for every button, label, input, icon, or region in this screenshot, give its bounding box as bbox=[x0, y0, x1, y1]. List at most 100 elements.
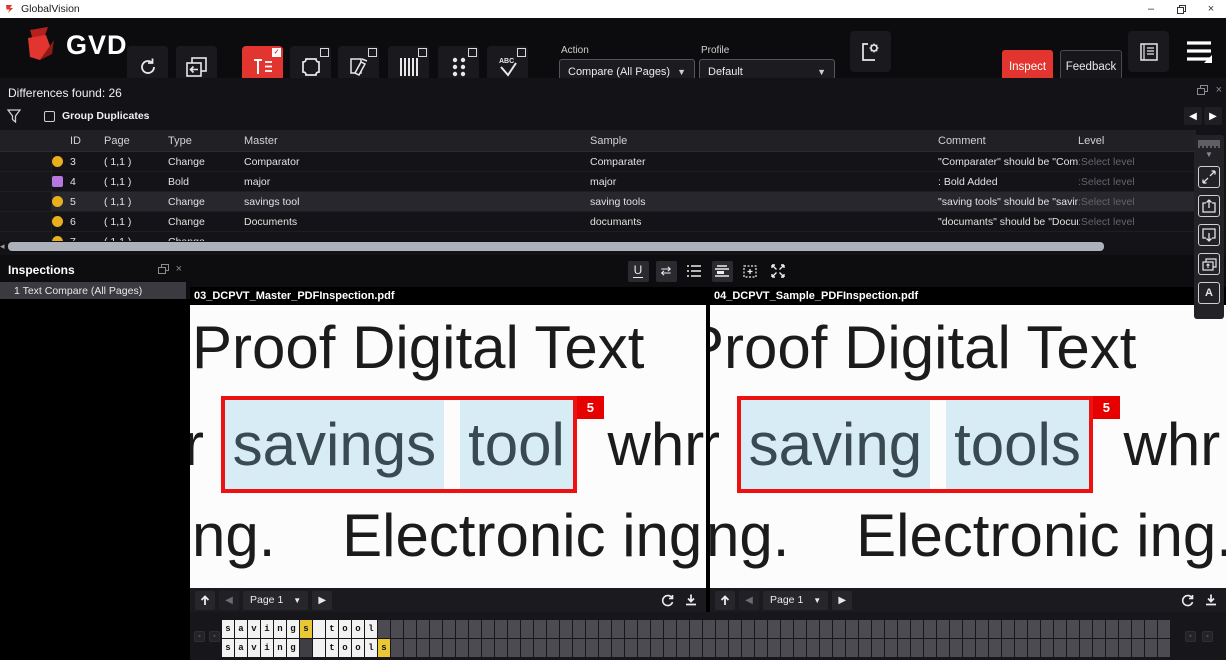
char-cell[interactable] bbox=[898, 639, 910, 657]
column-header[interactable]: Sample bbox=[590, 135, 938, 147]
scroll-up-button[interactable] bbox=[195, 591, 215, 610]
char-cell[interactable] bbox=[1132, 639, 1144, 657]
char-cell[interactable] bbox=[1028, 620, 1040, 638]
char-cell[interactable]: n bbox=[274, 620, 286, 638]
char-cell[interactable]: a bbox=[235, 620, 247, 638]
char-cell[interactable] bbox=[937, 639, 949, 657]
char-cell[interactable] bbox=[976, 620, 988, 638]
char-cell[interactable] bbox=[313, 639, 325, 657]
char-cell[interactable]: l bbox=[365, 639, 377, 657]
char-cell[interactable] bbox=[820, 639, 832, 657]
char-cell[interactable] bbox=[430, 639, 442, 657]
char-cell[interactable]: v bbox=[248, 639, 260, 657]
char-cell[interactable] bbox=[690, 620, 702, 638]
strip-prev-button[interactable]: ▪ bbox=[1185, 631, 1196, 642]
char-cell[interactable]: g bbox=[287, 639, 299, 657]
char-cell[interactable] bbox=[872, 639, 884, 657]
strip-caret-icon[interactable]: ▼ bbox=[1205, 150, 1213, 159]
horizontal-scrollbar[interactable] bbox=[8, 242, 1104, 251]
cell-level[interactable]: :Select level bbox=[1078, 156, 1196, 168]
table-row[interactable]: 3( 1,1 )ChangeComparatorComparater"Compa… bbox=[0, 152, 1196, 172]
save-snapshot-button[interactable] bbox=[1201, 591, 1221, 610]
scroll-up-button[interactable] bbox=[715, 591, 735, 610]
inspection-item[interactable]: 1 Text Compare (All Pages) bbox=[0, 282, 186, 299]
char-cell[interactable] bbox=[456, 639, 468, 657]
column-header[interactable]: Page bbox=[104, 135, 168, 147]
char-cell[interactable] bbox=[859, 620, 871, 638]
strip-next-button[interactable]: ▪ bbox=[1202, 631, 1213, 642]
char-cell[interactable] bbox=[1158, 620, 1170, 638]
char-cell[interactable] bbox=[807, 639, 819, 657]
char-cell[interactable] bbox=[664, 639, 676, 657]
char-cell[interactable] bbox=[404, 639, 416, 657]
strip-zoom-out-button[interactable]: ▪ bbox=[194, 631, 205, 642]
char-cell[interactable] bbox=[768, 639, 780, 657]
char-cell[interactable] bbox=[963, 639, 975, 657]
approve-stamp-button[interactable] bbox=[1198, 253, 1220, 275]
char-cell[interactable] bbox=[599, 620, 611, 638]
char-cell[interactable] bbox=[638, 639, 650, 657]
char-cell[interactable] bbox=[1145, 620, 1157, 638]
report-settings-button[interactable] bbox=[850, 31, 891, 72]
export-page-button[interactable] bbox=[1198, 195, 1220, 217]
char-cell[interactable]: s bbox=[300, 620, 312, 638]
char-cell[interactable] bbox=[612, 639, 624, 657]
char-cell[interactable]: n bbox=[274, 639, 286, 657]
minimize-button[interactable]: – bbox=[1136, 0, 1166, 18]
char-cell[interactable] bbox=[1132, 620, 1144, 638]
char-cell[interactable]: l bbox=[365, 620, 377, 638]
char-cell[interactable] bbox=[742, 639, 754, 657]
char-cell[interactable]: i bbox=[261, 620, 273, 638]
char-cell[interactable] bbox=[612, 620, 624, 638]
char-cell[interactable] bbox=[924, 639, 936, 657]
char-cell[interactable] bbox=[742, 620, 754, 638]
column-header[interactable]: ID bbox=[70, 135, 104, 147]
braille-compare-checkbox[interactable] bbox=[468, 48, 477, 57]
char-cell[interactable] bbox=[781, 620, 793, 638]
char-cell[interactable] bbox=[586, 639, 598, 657]
char-cell[interactable] bbox=[495, 620, 507, 638]
char-cell[interactable] bbox=[560, 639, 572, 657]
float-panel-icon[interactable] bbox=[158, 264, 169, 274]
char-cell[interactable] bbox=[378, 620, 390, 638]
char-cell[interactable] bbox=[534, 620, 546, 638]
char-cell[interactable]: t bbox=[326, 620, 338, 638]
char-cell[interactable] bbox=[391, 620, 403, 638]
prev-page-button[interactable]: ◀ bbox=[219, 591, 239, 610]
char-cell[interactable] bbox=[1093, 639, 1105, 657]
char-cell[interactable] bbox=[625, 639, 637, 657]
char-cell[interactable] bbox=[456, 620, 468, 638]
char-cell[interactable] bbox=[1041, 620, 1053, 638]
char-cell[interactable] bbox=[716, 620, 728, 638]
next-difference-button[interactable]: ▶ bbox=[1204, 107, 1222, 125]
char-cell[interactable]: o bbox=[352, 639, 364, 657]
char-cell[interactable]: t bbox=[326, 639, 338, 657]
char-cell[interactable] bbox=[885, 639, 897, 657]
char-cell[interactable] bbox=[703, 620, 715, 638]
char-cell[interactable] bbox=[664, 620, 676, 638]
fit-screen-button[interactable] bbox=[1198, 166, 1220, 188]
close-panel-icon[interactable]: × bbox=[176, 264, 182, 274]
prev-page-button[interactable]: ◀ bbox=[739, 591, 759, 610]
char-cell[interactable] bbox=[1080, 620, 1092, 638]
char-cell[interactable] bbox=[1119, 620, 1131, 638]
char-cell[interactable] bbox=[417, 620, 429, 638]
table-row[interactable]: 6( 1,1 )ChangeDocumentsdocumants"documan… bbox=[0, 212, 1196, 232]
char-cell[interactable] bbox=[443, 639, 455, 657]
char-cell[interactable] bbox=[807, 620, 819, 638]
char-cell[interactable] bbox=[404, 620, 416, 638]
char-cell[interactable] bbox=[846, 639, 858, 657]
char-cell[interactable] bbox=[521, 620, 533, 638]
underline-toggle-button[interactable]: U bbox=[628, 261, 649, 282]
annotation-button[interactable]: A bbox=[1198, 282, 1220, 304]
cell-level[interactable]: :Select level bbox=[1078, 216, 1196, 228]
char-cell[interactable] bbox=[989, 639, 1001, 657]
char-cell[interactable] bbox=[950, 620, 962, 638]
char-cell[interactable] bbox=[1067, 639, 1079, 657]
char-cell[interactable] bbox=[703, 639, 715, 657]
char-cell[interactable]: g bbox=[287, 620, 299, 638]
char-cell[interactable] bbox=[690, 639, 702, 657]
page-select[interactable]: Page 1 ▼ bbox=[763, 591, 828, 610]
report-button[interactable] bbox=[1128, 31, 1169, 72]
char-cell[interactable] bbox=[885, 620, 897, 638]
